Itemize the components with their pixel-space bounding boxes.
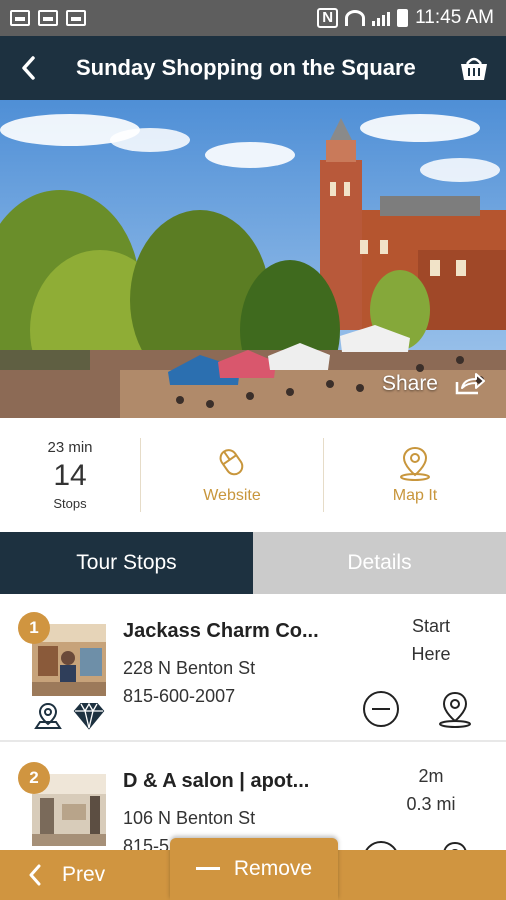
stop-phone[interactable]: 815-5 [123, 836, 169, 850]
stop-meta-line2: Here [411, 644, 451, 664]
remove-stop-button[interactable] [362, 840, 400, 850]
remove-label: Remove [233, 857, 313, 880]
tab-details[interactable]: Details [253, 532, 506, 594]
share-arrow-icon [455, 373, 485, 395]
prev-button[interactable]: Prev [28, 850, 105, 900]
stop-name: Jackass Charm Co... [123, 620, 319, 642]
remove-button[interactable]: Remove [170, 838, 338, 900]
stop-map-button[interactable] [436, 690, 474, 733]
stop-distance: 2m 0.3 mi [386, 762, 476, 818]
stop-name: D & A salon | apot... [123, 770, 310, 792]
map-it-button[interactable]: Map It [324, 445, 506, 505]
page-title: Sunday Shopping on the Square [76, 55, 416, 80]
stop-map-button[interactable] [436, 840, 474, 850]
nfc-icon: N [317, 8, 339, 28]
image-notification-icon [10, 10, 30, 26]
prev-label: Prev [62, 863, 106, 886]
tab-bar: Tour Stops Details [0, 532, 506, 594]
website-label: Website [203, 487, 261, 504]
mouse-icon [219, 449, 244, 476]
tour-hero-image: Share [0, 100, 506, 418]
tour-stats: 23 min 14 Stops Website Map It [0, 418, 506, 532]
tour-summary: 23 min 14 Stops [0, 439, 140, 511]
stop-number-badge: 1 [18, 612, 50, 644]
back-button[interactable] [0, 36, 56, 100]
basket-icon [461, 57, 487, 80]
minus-icon [195, 867, 220, 870]
stop-meta-line2: 0.3 mi [406, 794, 456, 814]
mail-notification-icon [66, 10, 86, 26]
stop-meta-line1: Start [411, 616, 450, 636]
map-pin-icon [443, 841, 467, 850]
website-button[interactable]: Website [141, 445, 323, 505]
battery-icon [397, 9, 409, 27]
tour-stops-list: 1 Jackass Charm Co... 228 N Benton St 81… [0, 594, 506, 850]
stop-address: 106 N Benton St [123, 808, 256, 828]
remove-stop-button[interactable] [362, 690, 400, 733]
map-pin-icon [439, 691, 471, 728]
list-item[interactable]: 2 D & A salon | apot... 106 N Benton St … [0, 744, 506, 850]
chevron-left-icon [22, 56, 35, 80]
status-time: 11:45 AM [415, 7, 494, 28]
stop-address: 228 N Benton St [123, 658, 256, 678]
wifi-icon [345, 10, 366, 26]
status-bar: N 11:45 AM [0, 0, 506, 36]
stop-number-badge: 2 [18, 762, 50, 794]
basket-button[interactable] [442, 36, 506, 100]
stops-label: Stops [53, 496, 87, 511]
bottom-action-bar: Prev Remove [0, 838, 506, 900]
location-pin-icon [34, 702, 62, 729]
mail-notification-icon [38, 10, 58, 26]
notification-icons [10, 10, 86, 26]
tour-duration: 23 min [47, 439, 93, 456]
list-item[interactable]: 1 Jackass Charm Co... 228 N Benton St 81… [0, 594, 506, 742]
tab-tour-stops[interactable]: Tour Stops [0, 532, 253, 594]
share-label: Share [381, 372, 438, 395]
stop-meta-line1: 2m [418, 766, 444, 786]
stop-category-icons [33, 702, 105, 730]
app-bar: Sunday Shopping on the Square [0, 36, 506, 100]
share-button[interactable]: Share [382, 372, 486, 396]
diamond-icon [73, 702, 105, 730]
minus-circle-icon [363, 691, 399, 727]
chevron-left-icon [29, 864, 41, 886]
stops-count: 14 [53, 459, 87, 492]
stop-distance: Start Here [386, 612, 476, 668]
stop-phone[interactable]: 815-600-2007 [123, 686, 235, 707]
map-pin-icon [400, 446, 430, 481]
map-it-label: Map It [392, 487, 438, 504]
signal-icon [372, 10, 391, 26]
town-square-photo [0, 100, 506, 418]
minus-circle-icon [365, 841, 397, 850]
